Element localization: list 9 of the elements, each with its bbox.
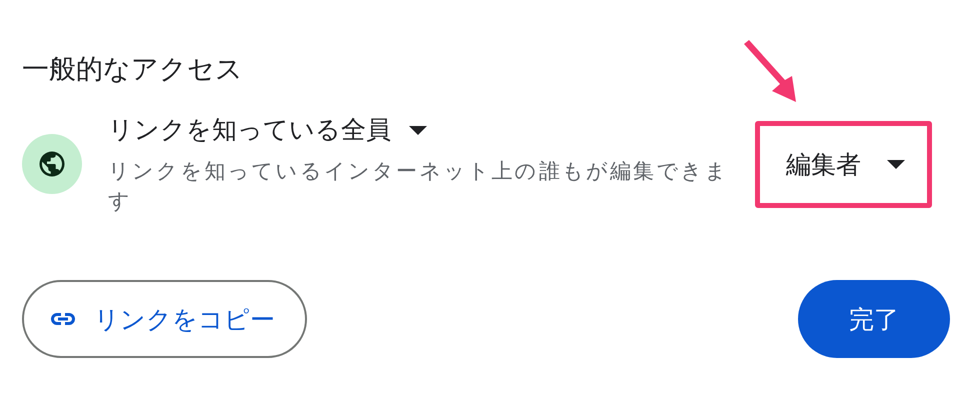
link-icon bbox=[50, 312, 76, 326]
caret-icon bbox=[409, 126, 427, 134]
caret-icon bbox=[887, 160, 905, 168]
copy-link-button[interactable]: リンクをコピー bbox=[22, 280, 307, 358]
access-scope-dropdown[interactable]: リンクを知っている全員 bbox=[108, 112, 427, 148]
role-dropdown[interactable]: 編集者 bbox=[764, 130, 923, 198]
done-button[interactable]: 完了 bbox=[798, 280, 950, 358]
access-description: リンクを知っているインターネット上の誰もが編集できます bbox=[108, 158, 730, 215]
section-title: 一般的なアクセス bbox=[22, 53, 243, 87]
